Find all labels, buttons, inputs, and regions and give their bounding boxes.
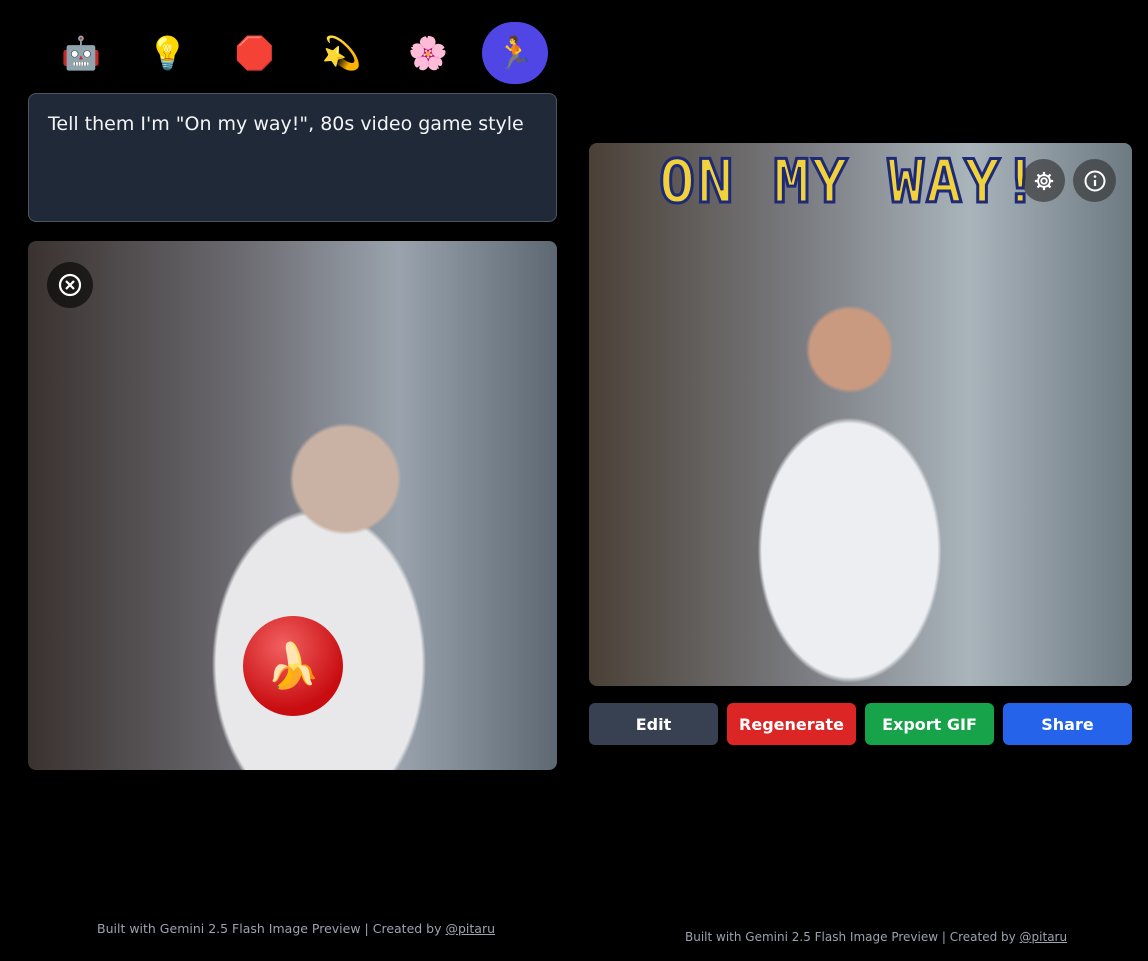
pixel-title-text: ON MY WAY! [657, 146, 1041, 219]
footer-left: Built with Gemini 2.5 Flash Image Previe… [97, 921, 495, 936]
emoji-preset-bar: 🤖 💡 🛑 💫 🌸 🏃 [48, 22, 548, 84]
export-gif-button[interactable]: Export GIF [865, 703, 994, 745]
share-button[interactable]: Share [1003, 703, 1132, 745]
info-icon [1084, 170, 1105, 191]
preset-running-person[interactable]: 🏃 [481, 22, 548, 84]
gear-icon [1034, 171, 1053, 190]
prompt-input[interactable]: Tell them I'm "On my way!", 80s video ga… [28, 93, 557, 222]
footer-right: Built with Gemini 2.5 Flash Image Previe… [685, 930, 1067, 944]
footer-text: Built with Gemini 2.5 Flash Image Previe… [97, 921, 446, 936]
close-circle-icon [58, 273, 82, 297]
regenerate-button[interactable]: Regenerate [727, 703, 856, 745]
edit-button[interactable]: Edit [589, 703, 718, 745]
input-image: 🍌 [28, 241, 557, 770]
banana-badge: 🍌 [243, 616, 343, 716]
output-image: ON MY WAY! [589, 143, 1132, 686]
action-bar: Edit Regenerate Export GIF Share [589, 703, 1132, 745]
author-link[interactable]: @pitaru [1020, 930, 1068, 944]
preset-light-bulb[interactable]: 💡 [135, 22, 201, 84]
settings-button[interactable] [1022, 159, 1065, 202]
preset-cherry-blossom[interactable]: 🌸 [395, 22, 461, 84]
preset-robot[interactable]: 🤖 [48, 22, 114, 84]
remove-image-button[interactable] [47, 262, 93, 308]
author-link[interactable]: @pitaru [445, 921, 495, 936]
preset-dizzy[interactable]: 💫 [308, 22, 374, 84]
preset-stop-sign[interactable]: 🛑 [222, 22, 288, 84]
footer-text: Built with Gemini 2.5 Flash Image Previe… [685, 930, 1020, 944]
info-button[interactable] [1073, 159, 1116, 202]
